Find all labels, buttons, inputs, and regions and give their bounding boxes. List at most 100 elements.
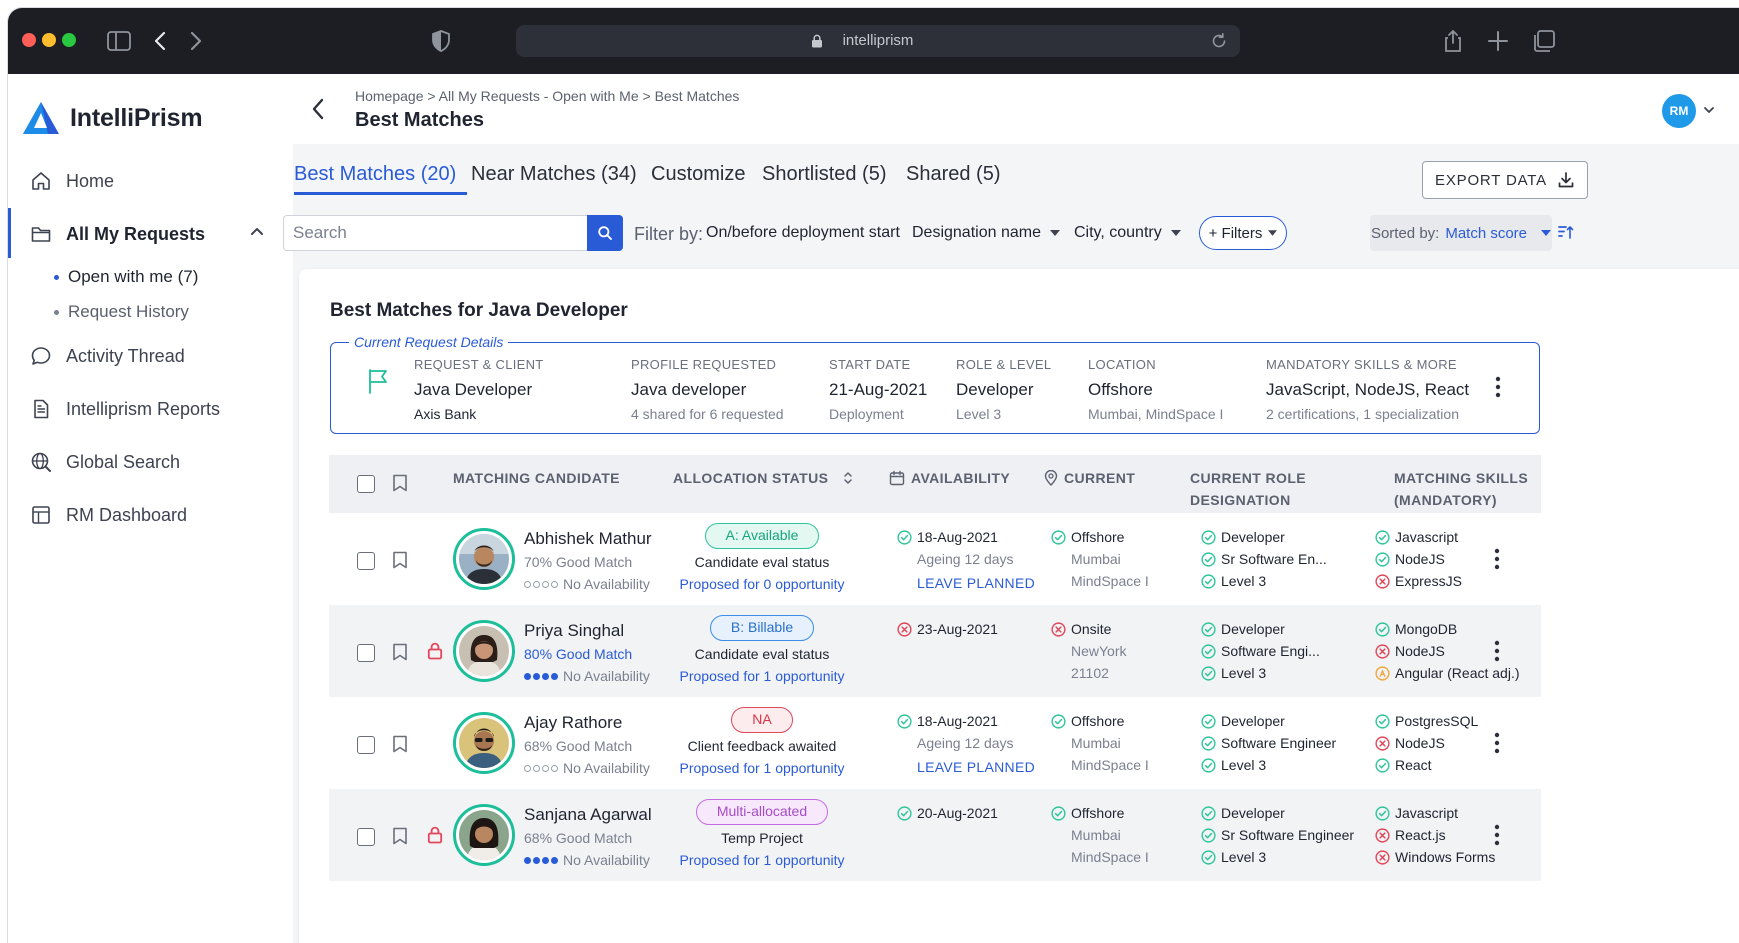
lock-icon [427, 826, 443, 844]
sidebar-item-global-search[interactable]: Global Search [30, 451, 180, 473]
designation-match: Sr Software En... [1201, 551, 1327, 567]
check-circle-icon [1201, 714, 1216, 729]
table-row[interactable]: Priya Singhal 80% Good Match No Availabi… [329, 605, 1541, 697]
prism-logo-icon [23, 102, 59, 134]
caret-down-icon [1050, 230, 1060, 236]
proposed-link[interactable]: Proposed for 1 opportunity [667, 760, 857, 776]
user-avatar[interactable]: RM [1662, 94, 1696, 128]
select-all-checkbox[interactable] [357, 475, 375, 493]
sidebar-item-activity-thread[interactable]: Activity Thread [30, 345, 185, 367]
sort-order-icon[interactable] [1558, 224, 1574, 240]
city-filter-dropdown[interactable]: City, country [1074, 224, 1181, 242]
export-data-button[interactable]: EXPORT DATA [1422, 161, 1588, 199]
search-button[interactable] [587, 215, 623, 251]
row-checkbox[interactable] [357, 644, 375, 662]
sidebar-item-intelliprism-reports[interactable]: Intelliprism Reports [30, 398, 220, 420]
match-score: 80% Good Match [524, 646, 633, 662]
chevron-up-icon[interactable] [250, 226, 264, 236]
current-location-text: Onsite [1071, 621, 1112, 637]
close-window-button[interactable] [22, 33, 36, 47]
candidate-name[interactable]: Sanjana Agarwal [524, 805, 652, 825]
proposed-link[interactable]: Proposed for 0 opportunity [667, 576, 857, 592]
avatar[interactable] [453, 528, 515, 590]
more-options-icon[interactable] [1494, 548, 1500, 570]
current-city: Mumbai [1071, 735, 1121, 751]
skill-match: MongoDB [1375, 621, 1457, 637]
more-options-icon[interactable] [1495, 376, 1501, 398]
check-circle-icon [1201, 666, 1216, 681]
bookmark-icon[interactable] [392, 735, 408, 753]
tab-shortlisted[interactable]: Shortlisted (5) [762, 163, 887, 186]
table-row[interactable]: Sanjana Agarwal 68% Good Match No Availa… [329, 789, 1541, 881]
candidate-name[interactable]: Priya Singhal [524, 621, 624, 641]
availability-date-text: 18-Aug-2021 [917, 529, 998, 545]
bookmark-icon[interactable] [392, 643, 408, 661]
skill-text: React.js [1395, 827, 1446, 843]
back-chevron-icon[interactable] [309, 96, 327, 122]
header-skills-line1: MATCHING SKILLS [1394, 470, 1529, 486]
sidebar-item-rm-dashboard[interactable]: RM Dashboard [30, 504, 187, 526]
minimize-window-button[interactable] [42, 33, 56, 47]
back-arrow-icon[interactable] [148, 28, 174, 54]
check-circle-icon [1375, 552, 1390, 567]
designation-filter-dropdown[interactable]: Designation name [912, 224, 1060, 242]
breadcrumb[interactable]: Homepage > All My Requests - Open with M… [355, 88, 739, 104]
row-checkbox[interactable] [357, 828, 375, 846]
proposed-link[interactable]: Proposed for 1 opportunity [667, 668, 857, 684]
sidebar-item-home[interactable]: Home [30, 170, 114, 192]
sidebar-subitem-request-history[interactable]: Request History [54, 302, 189, 322]
eval-status: Client feedback awaited [687, 738, 837, 754]
avatar[interactable] [453, 804, 515, 866]
status-badge[interactable]: NA [731, 707, 793, 733]
search-input[interactable] [283, 215, 588, 251]
table-row[interactable]: Abhishek Mathur 70% Good Match No Availa… [329, 513, 1541, 605]
more-options-icon[interactable] [1494, 640, 1500, 662]
row-checkbox[interactable] [357, 552, 375, 570]
sidebar-toggle-icon[interactable] [106, 28, 132, 54]
bookmark-icon[interactable] [392, 827, 408, 845]
status-badge[interactable]: Multi-allocated [695, 799, 829, 825]
app-logo[interactable]: IntelliPrism [22, 98, 203, 138]
status-badge[interactable]: B: Billable [709, 615, 815, 641]
tab-overview-icon[interactable] [1531, 28, 1557, 54]
address-bar[interactable]: intelliprism [516, 25, 1240, 57]
sidebar-subitem-open-with-me[interactable]: Open with me (7) [54, 267, 198, 287]
row-checkbox[interactable] [357, 736, 375, 754]
header-current-label: CURRENT [1064, 470, 1136, 486]
reload-icon[interactable] [1210, 32, 1228, 50]
header-skills-line2: (MANDATORY) [1394, 492, 1497, 508]
role-match: Developer [1201, 621, 1285, 637]
shield-icon[interactable] [428, 28, 454, 54]
skill-match: NodeJS [1375, 551, 1445, 567]
more-filters-button[interactable]: + Filters [1199, 216, 1287, 250]
role-sub: Level 3 [956, 406, 1002, 422]
candidate-name[interactable]: Ajay Rathore [524, 713, 622, 733]
bookmark-icon[interactable] [392, 474, 408, 492]
avatar[interactable] [453, 712, 515, 774]
sidebar-item-all-my-requests[interactable]: All My Requests [30, 223, 205, 245]
candidate-name[interactable]: Abhishek Mathur [524, 529, 652, 549]
sort-dropdown[interactable]: Sorted by: Match score [1370, 215, 1552, 251]
maximize-window-button[interactable] [62, 33, 76, 47]
header-allocation-status[interactable]: ALLOCATION STATUS [673, 467, 854, 489]
forward-arrow-icon[interactable] [182, 28, 208, 54]
table-row[interactable]: Ajay Rathore 68% Good Match No Availabil… [329, 697, 1541, 789]
caret-down-icon [1171, 230, 1181, 236]
leave-planned-link[interactable]: LEAVE PLANNED [917, 575, 1035, 591]
chevron-down-icon[interactable] [1703, 106, 1715, 114]
tab-customize[interactable]: Customize [651, 163, 745, 186]
tab-best-matches[interactable]: Best Matches (20) [294, 163, 456, 186]
status-badge[interactable]: A: Available [704, 523, 820, 549]
deployment-filter[interactable]: On/before deployment start [706, 224, 900, 242]
more-options-icon[interactable] [1494, 824, 1500, 846]
tab-shared[interactable]: Shared (5) [906, 163, 1001, 186]
tab-near-matches[interactable]: Near Matches (34) [471, 163, 637, 186]
avatar[interactable] [453, 620, 515, 682]
share-icon[interactable] [1440, 28, 1466, 54]
request-client-value: Java Developer [414, 380, 533, 399]
more-options-icon[interactable] [1494, 732, 1500, 754]
leave-planned-link[interactable]: LEAVE PLANNED [917, 759, 1035, 775]
proposed-link[interactable]: Proposed for 1 opportunity [667, 852, 857, 868]
new-tab-icon[interactable] [1485, 28, 1511, 54]
bookmark-icon[interactable] [392, 551, 408, 569]
